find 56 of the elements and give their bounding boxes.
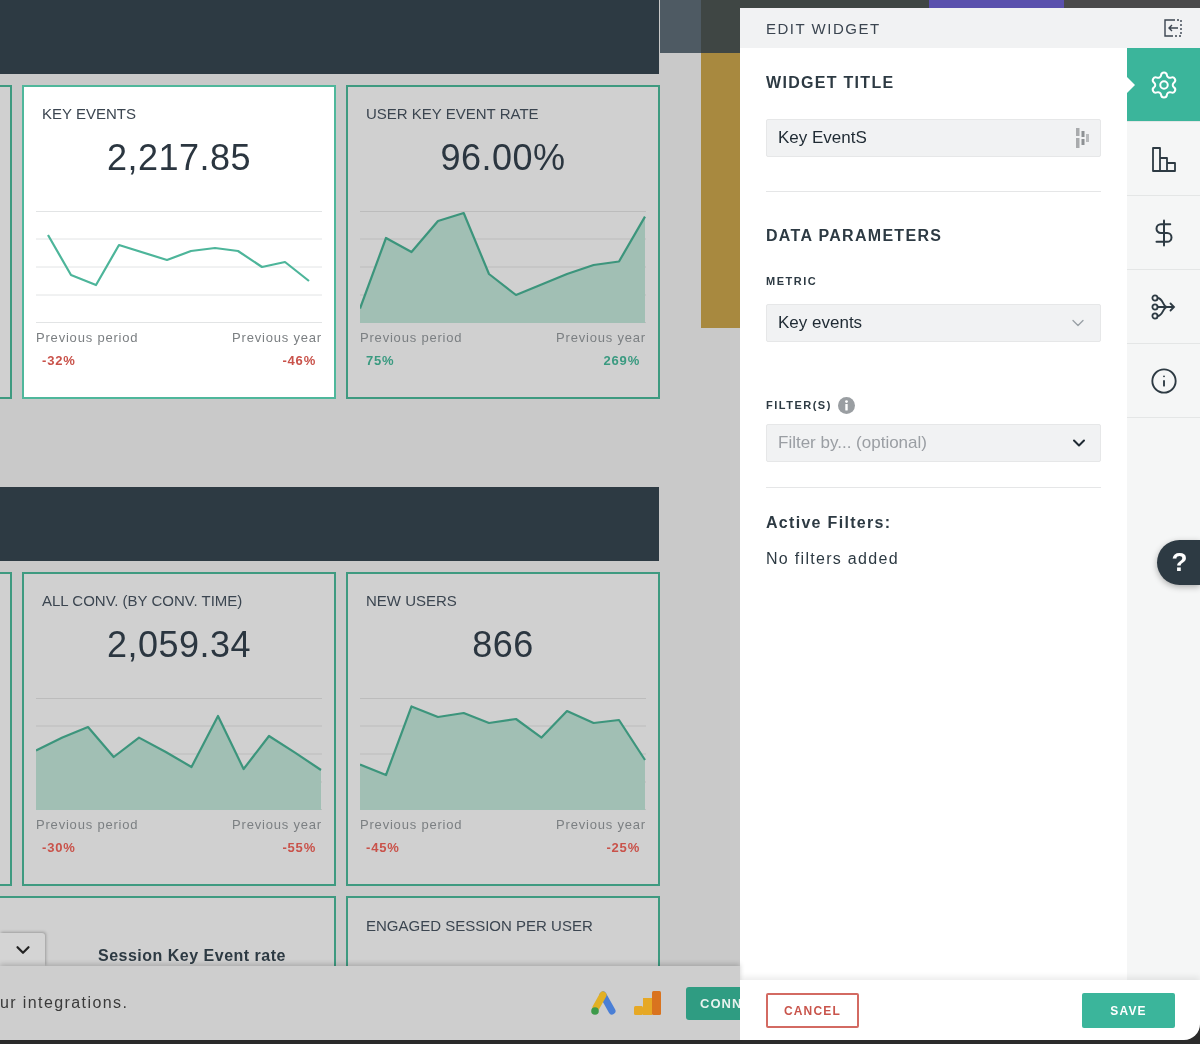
branch-arrow-icon <box>1150 293 1177 320</box>
empty-state-text: No filters added <box>766 549 899 569</box>
widget-card[interactable]: Session Key Event rate <box>0 896 336 966</box>
metric-value: 866 <box>472 623 534 667</box>
field-label: METRIC <box>766 274 818 288</box>
filters-heading: Active Filters: <box>766 513 892 533</box>
change-value: -30% <box>42 840 76 856</box>
info-icon[interactable] <box>837 396 855 414</box>
panel-arrow-icon[interactable] <box>1164 19 1182 37</box>
widget-card[interactable]: NEW USERS 866 Previous period -45% Previous year -25% <box>346 572 660 886</box>
comparison-label: Previous period <box>360 330 463 346</box>
change-value: -25% <box>606 840 640 856</box>
metric-value: 2,217.85 <box>106 136 252 180</box>
widget-title: KEY EVENTS <box>42 105 136 123</box>
dashed-bars-icon[interactable] <box>1076 128 1089 148</box>
widget-card[interactable]: KEY EVENTS 2,217.85 Previous period -32% Previous year -46% <box>22 85 336 399</box>
panel-title: EDIT WIDGET <box>766 19 881 37</box>
widget-title: USER KEY EVENT RATE <box>366 105 539 123</box>
change-value: -55% <box>282 840 316 856</box>
title-input[interactable]: Key EventS <box>766 119 1101 157</box>
comparison-label: Previous year <box>232 330 322 346</box>
change-value: -45% <box>366 840 400 856</box>
comparison-label: Previous year <box>556 330 646 346</box>
metric-value: 96.00% <box>440 136 566 180</box>
widget-card[interactable]: ENGAGED SESSION PER USER <box>346 896 660 966</box>
info-icon <box>1149 366 1178 395</box>
cancel-button[interactable]: CANCEL <box>766 993 859 1028</box>
widget-card[interactable] <box>0 85 12 399</box>
widget-title: Session Key Event rate <box>98 946 286 966</box>
widget-title: NEW USERS <box>366 592 457 610</box>
comparison-label: Previous period <box>36 817 139 833</box>
filter-select[interactable]: Filter by... (optional) <box>766 424 1101 462</box>
header-background <box>660 0 701 53</box>
change-value: -32% <box>42 353 76 369</box>
comparison-label: Previous period <box>36 330 139 346</box>
change-value: 75% <box>366 353 395 369</box>
metric-value: 2,059.34 <box>106 623 252 667</box>
widget-card[interactable]: ALL CONV. (BY CONV. TIME) 2,059.34 Previous period -30% Previous year -55% <box>22 572 336 886</box>
widget-card[interactable] <box>0 572 12 886</box>
section-heading: DATA PARAMETERS <box>766 226 943 246</box>
triangle-logo-icon <box>590 990 616 1016</box>
change-value: 269% <box>603 353 640 369</box>
bar-chart-icon <box>1150 145 1177 172</box>
comparison-label: Previous year <box>232 817 322 833</box>
comparison-label: Previous period <box>360 817 463 833</box>
metric-select[interactable]: Key events <box>766 304 1101 342</box>
comparison-label: Previous year <box>556 817 646 833</box>
widget-title: ALL CONV. (BY CONV. TIME) <box>42 592 243 610</box>
field-label: FILTER(S) <box>766 398 832 412</box>
widget-card[interactable]: USER KEY EVENT RATE 96.00% Previous period 75% Previous year 269% <box>346 85 660 399</box>
section-heading: WIDGET TITLE <box>766 73 895 93</box>
integrations-text: ur integrations. <box>0 994 129 1012</box>
dropdown-toggle[interactable] <box>0 933 45 966</box>
widget-title: ENGAGED SESSION PER USER <box>366 917 593 935</box>
change-value: -46% <box>282 353 316 369</box>
bar-logo-icon <box>634 991 661 1015</box>
